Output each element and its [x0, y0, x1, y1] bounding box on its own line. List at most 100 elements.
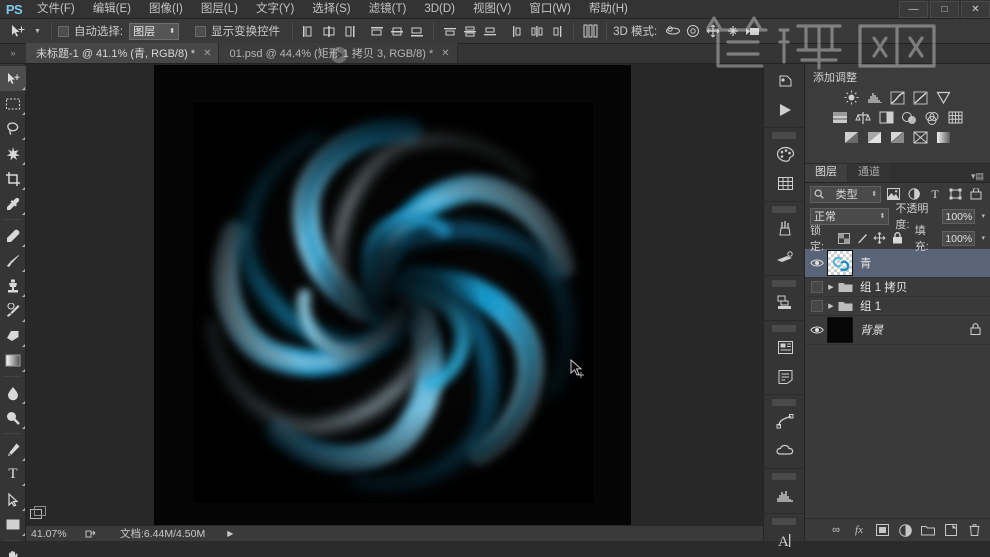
- color-balance-icon[interactable]: [853, 109, 873, 126]
- align-top-edges-icon[interactable]: [367, 22, 387, 40]
- align-vertical-centers-icon[interactable]: [387, 22, 407, 40]
- notes-icon[interactable]: [764, 362, 806, 391]
- curves-icon[interactable]: [888, 89, 908, 106]
- menu-3d[interactable]: 3D(D): [415, 0, 464, 19]
- eraser-tool[interactable]: [0, 323, 26, 348]
- menu-file[interactable]: 文件(F): [28, 0, 84, 19]
- clone-stamp-tool[interactable]: [0, 273, 26, 298]
- menu-window[interactable]: 窗口(W): [520, 0, 580, 19]
- tab-01-psd-close-icon[interactable]: ✕: [441, 48, 449, 59]
- distribute-top-edges-icon[interactable]: [440, 22, 460, 40]
- layer-style-fx-icon[interactable]: fx: [852, 523, 866, 537]
- align-right-edges-icon[interactable]: [339, 22, 359, 40]
- hue-saturation-icon[interactable]: [830, 109, 850, 126]
- screen-mode-corner-icon[interactable]: [28, 503, 50, 525]
- scale-3d-camera-icon[interactable]: [743, 22, 763, 40]
- threshold-icon[interactable]: [888, 129, 908, 146]
- rotate-3d-icon[interactable]: [663, 22, 683, 40]
- layer-visibility-toggle-background[interactable]: [807, 316, 827, 345]
- distribute-left-edges-icon[interactable]: [507, 22, 527, 40]
- layer-visibility-toggle-group-1[interactable]: [807, 297, 827, 316]
- paths-icon[interactable]: [764, 407, 806, 436]
- type-tool[interactable]: T: [0, 462, 26, 487]
- menu-layer[interactable]: 图层(L): [192, 0, 247, 19]
- rail-section-handle-3[interactable]: [772, 280, 796, 287]
- menu-edit[interactable]: 编辑(E): [84, 0, 140, 19]
- creative-cloud-icon[interactable]: [764, 436, 806, 465]
- auto-align-layers-icon[interactable]: [580, 22, 600, 40]
- properties-icon[interactable]: [764, 333, 806, 362]
- tab-untitled-1[interactable]: 未标题-1 @ 41.1% (青, RGB/8) * ✕: [26, 43, 220, 63]
- align-horizontal-centers-icon[interactable]: [319, 22, 339, 40]
- layer-row-qing[interactable]: 青: [805, 249, 990, 278]
- screen-share-icon[interactable]: [82, 529, 98, 539]
- brush-presets-icon[interactable]: [764, 214, 806, 243]
- canvas-area[interactable]: 41.07% 文档:6.44M/4.50M ▶: [26, 64, 831, 541]
- menu-view[interactable]: 视图(V): [464, 0, 520, 19]
- group-disclosure-triangle-2[interactable]: ▶: [827, 302, 835, 311]
- layer-visibility-toggle-qing[interactable]: [807, 249, 827, 278]
- rail-section-handle-7[interactable]: [772, 518, 796, 525]
- levels-icon[interactable]: [865, 89, 885, 106]
- lock-transparency-icon[interactable]: [837, 231, 851, 246]
- lock-image-icon[interactable]: [855, 231, 869, 246]
- brightness-contrast-icon[interactable]: [842, 89, 862, 106]
- group-disclosure-triangle-1[interactable]: ▶: [827, 283, 835, 292]
- brush-settings-icon[interactable]: [764, 243, 806, 272]
- layer-thumbnail-qing[interactable]: [827, 250, 853, 276]
- add-layer-mask-icon[interactable]: [875, 523, 889, 537]
- histogram-icon[interactable]: [764, 481, 806, 510]
- layer-row-background[interactable]: 背景: [805, 316, 990, 345]
- opacity-value[interactable]: 100%: [942, 208, 976, 224]
- distribute-vertical-centers-icon[interactable]: [460, 22, 480, 40]
- eyedropper-tool[interactable]: [0, 191, 26, 216]
- crop-tool[interactable]: [0, 166, 26, 191]
- menu-help[interactable]: 帮助(H): [580, 0, 637, 19]
- history-icon[interactable]: [764, 66, 806, 95]
- panel-menu-icon[interactable]: ▾▤: [971, 169, 990, 182]
- align-bottom-edges-icon[interactable]: [407, 22, 427, 40]
- rail-section-handle-6[interactable]: [772, 473, 796, 480]
- fill-stepper-icon[interactable]: ▾: [981, 234, 985, 242]
- pan-3d-icon[interactable]: [703, 22, 723, 40]
- menu-select[interactable]: 选择(S): [303, 0, 359, 19]
- tab-untitled-1-close-icon[interactable]: ✕: [203, 48, 211, 59]
- maximize-button[interactable]: □: [930, 1, 959, 18]
- opacity-stepper-icon[interactable]: ▾: [981, 212, 985, 220]
- tool-preset-caret-icon[interactable]: ▼: [30, 28, 45, 35]
- new-layer-icon[interactable]: [944, 523, 958, 537]
- auto-select-checkbox[interactable]: [57, 25, 69, 37]
- dodge-tool[interactable]: [0, 405, 26, 430]
- lock-position-icon[interactable]: [873, 231, 887, 246]
- layer-visibility-toggle-group-1-copy[interactable]: [807, 278, 827, 297]
- rail-section-handle-5[interactable]: [772, 399, 796, 406]
- history-brush-tool[interactable]: [0, 298, 26, 323]
- delete-layer-icon[interactable]: [967, 523, 981, 537]
- slide-3d-icon[interactable]: [723, 22, 743, 40]
- gradient-map-icon[interactable]: [934, 129, 954, 146]
- link-layers-icon[interactable]: ∞: [829, 523, 843, 537]
- lasso-tool[interactable]: [0, 116, 26, 141]
- tab-drag-handle[interactable]: »: [0, 43, 26, 63]
- status-expand-arrow-icon[interactable]: ▶: [227, 529, 233, 538]
- black-white-icon[interactable]: [876, 109, 896, 126]
- invert-icon[interactable]: [842, 129, 862, 146]
- roll-3d-icon[interactable]: [683, 22, 703, 40]
- menu-type[interactable]: 文字(Y): [247, 0, 303, 19]
- filter-smart-object-icon[interactable]: [968, 186, 985, 203]
- menu-image[interactable]: 图像(I): [140, 0, 192, 19]
- actions-play-icon[interactable]: [764, 95, 806, 124]
- posterize-icon[interactable]: [865, 129, 885, 146]
- channel-mixer-icon[interactable]: [922, 109, 942, 126]
- move-tool-icon[interactable]: [4, 20, 30, 42]
- layer-row-group-1[interactable]: ▶ 组 1: [805, 297, 990, 316]
- rectangular-marquee-tool[interactable]: [0, 91, 26, 116]
- layer-filter-dropdown[interactable]: 类型 ⬍: [810, 185, 882, 203]
- layer-row-group-1-copy[interactable]: ▶ 组 1 拷贝: [805, 278, 990, 297]
- swatches-grid-icon[interactable]: [764, 169, 806, 198]
- magic-wand-tool[interactable]: [0, 141, 26, 166]
- minimize-button[interactable]: —: [899, 1, 928, 18]
- rail-section-handle-2[interactable]: [772, 206, 796, 213]
- hand-tool[interactable]: [0, 544, 26, 557]
- color-swatch-icon[interactable]: [764, 140, 806, 169]
